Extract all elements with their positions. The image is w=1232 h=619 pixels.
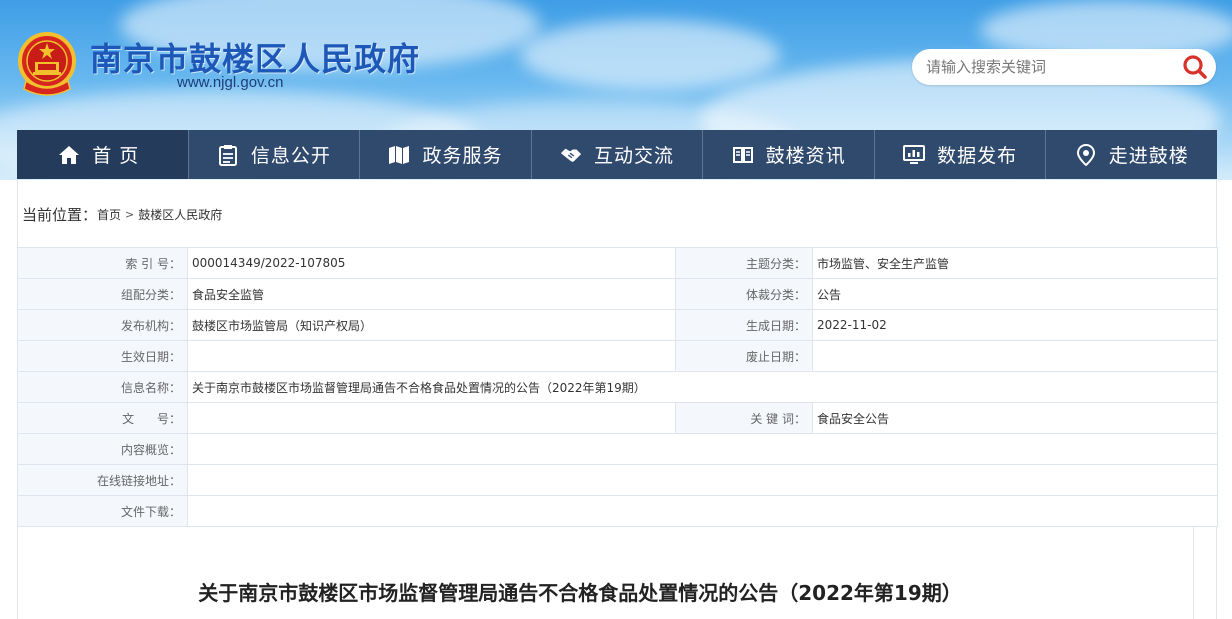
table-row: 索 引 号： 000014349/2022-107805 主题分类： 市场监管、…: [17, 247, 1218, 279]
table-row: 组配分类： 食品安全监管 体裁分类： 公告: [17, 278, 1218, 310]
table-row: 生效日期： 废止日期：: [17, 340, 1218, 372]
created-date-value: 2022-11-02: [812, 309, 1218, 341]
keywords-label: 关 键 词：: [675, 402, 813, 434]
article-title: 关于南京市鼓楼区市场监督管理局通告不合格食品处置情况的公告（2022年第19期）: [198, 581, 962, 605]
search-button[interactable]: [1180, 53, 1210, 81]
search-box: [912, 49, 1216, 85]
created-date-label: 生成日期：: [675, 309, 813, 341]
table-row: 在线链接地址：: [17, 464, 1218, 496]
breadcrumb-prefix: 当前位置：: [22, 205, 98, 224]
breadcrumb-current-link[interactable]: 鼓楼区人民政府: [138, 206, 222, 223]
genre-label: 体裁分类：: [675, 278, 813, 310]
breadcrumb-separator: >: [125, 207, 135, 221]
nav-item-home[interactable]: 首页: [17, 130, 189, 179]
summary-label: 内容概览：: [17, 433, 188, 465]
book-icon: [732, 144, 754, 166]
breadcrumb: 当前位置： 首页 > 鼓楼区人民政府: [22, 204, 222, 224]
info-name-label: 信息名称：: [17, 371, 188, 403]
table-row: 信息名称： 关于南京市鼓楼区市场监督管理局通告不合格食品处置情况的公告（2022…: [17, 371, 1218, 403]
search-icon: [1183, 55, 1207, 79]
topic-label: 主题分类：: [675, 247, 813, 279]
document-number-value: [187, 402, 676, 434]
location-pin-icon: [1075, 143, 1097, 166]
document-number-label: 文 号：: [17, 402, 188, 434]
nav-label: 首页: [92, 145, 147, 167]
topic-value: 市场监管、安全生产监管: [812, 247, 1218, 279]
genre-value: 公告: [812, 278, 1218, 310]
nav-label: 数据发布: [937, 145, 1018, 167]
nav-item-data-release[interactable]: 数据发布: [875, 130, 1047, 179]
effective-date-value: [187, 340, 676, 372]
search-input[interactable]: [926, 49, 1176, 85]
home-icon: [58, 144, 80, 166]
nav-item-info-disclosure[interactable]: 信息公开: [189, 130, 361, 179]
breadcrumb-home-link[interactable]: 首页: [97, 206, 121, 223]
nav-label: 走进鼓楼: [1108, 145, 1189, 167]
monitor-chart-icon: [903, 144, 926, 166]
keywords-value: 食品安全公告: [812, 402, 1218, 434]
issuer-value: 鼓楼区市场监管局（知识产权局）: [187, 309, 676, 341]
nav-label: 互动交流: [594, 145, 675, 167]
index-label: 索 引 号：: [17, 247, 188, 279]
info-metadata-table: 索 引 号： 000014349/2022-107805 主题分类： 市场监管、…: [17, 247, 1218, 527]
table-row: 内容概览：: [17, 433, 1218, 465]
file-download-label: 文件下载：: [17, 495, 188, 527]
summary-value: [187, 433, 1218, 465]
site-url: www.njgl.gov.cn: [177, 74, 284, 91]
nav-item-interaction[interactable]: 互动交流: [532, 130, 704, 179]
file-download-value[interactable]: [187, 495, 1218, 527]
divider: [1193, 527, 1194, 619]
national-emblem-logo[interactable]: [16, 31, 78, 97]
nav-item-government-services[interactable]: 政务服务: [360, 130, 532, 179]
table-row: 文件下载：: [17, 495, 1218, 527]
handshake-icon: [560, 144, 582, 166]
nav-item-about-gulou[interactable]: 走进鼓楼: [1046, 130, 1217, 179]
nav-item-gulou-news[interactable]: 鼓楼资讯: [703, 130, 875, 179]
index-value: 000014349/2022-107805: [187, 247, 676, 279]
group-label: 组配分类：: [17, 278, 188, 310]
map-icon: [388, 144, 410, 166]
group-value: 食品安全监管: [187, 278, 676, 310]
effective-date-label: 生效日期：: [17, 340, 188, 372]
document-icon: [217, 144, 239, 166]
online-link-label: 在线链接地址：: [17, 464, 188, 496]
nav-label: 鼓楼资讯: [765, 145, 846, 167]
nav-label: 政务服务: [422, 145, 503, 167]
online-link-value[interactable]: [187, 464, 1218, 496]
expiry-date-label: 废止日期：: [675, 340, 813, 372]
issuer-label: 发布机构：: [17, 309, 188, 341]
table-row: 发布机构： 鼓楼区市场监管局（知识产权局） 生成日期： 2022-11-02: [17, 309, 1218, 341]
info-name-value: 关于南京市鼓楼区市场监督管理局通告不合格食品处置情况的公告（2022年第19期）: [187, 371, 1218, 403]
expiry-date-value: [812, 340, 1218, 372]
main-nav: 首页 信息公开 政务服务 互动交流 鼓楼资讯 数据发布 走进鼓楼: [17, 130, 1217, 179]
table-row: 文 号： 关 键 词： 食品安全公告: [17, 402, 1218, 434]
nav-label: 信息公开: [250, 145, 331, 167]
